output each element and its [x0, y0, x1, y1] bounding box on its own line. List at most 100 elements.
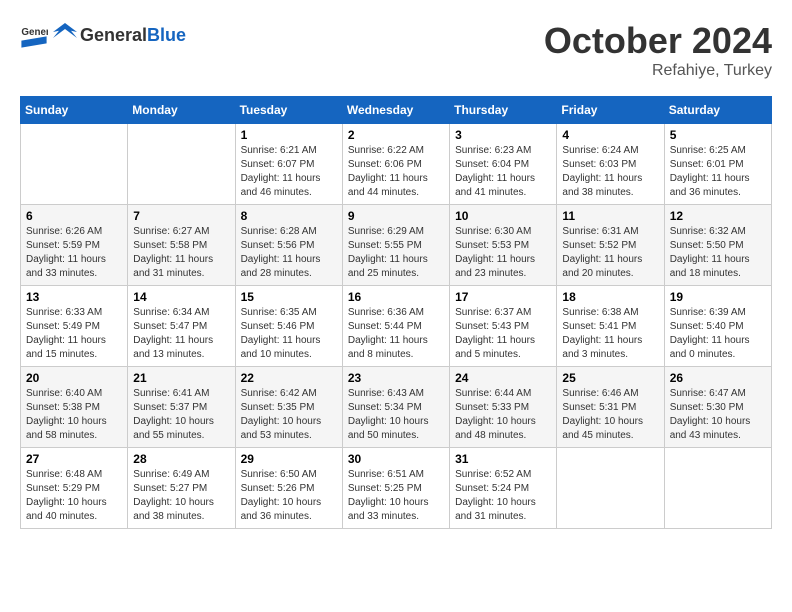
day-number: 12	[670, 209, 766, 223]
calendar-cell: 5 Sunrise: 6:25 AMSunset: 6:01 PMDaylight…	[664, 124, 771, 205]
calendar-cell: 30 Sunrise: 6:51 AMSunset: 5:25 PMDayligh…	[342, 448, 449, 529]
calendar-cell: 22Sunrise: 6:42 AMSunset: 5:35 PMDayligh…	[235, 367, 342, 448]
day-info: Sunrise: 6:38 AMSunset: 5:41 PMDaylight:…	[562, 306, 658, 362]
day-number: 4	[562, 128, 658, 142]
calendar-cell: 23 Sunrise: 6:43 AMSunset: 5:34 PMDayligh…	[342, 367, 449, 448]
day-info: Sunrise: 6:32 AMSunset: 5:50 PMDaylight:…	[670, 225, 766, 281]
calendar-cell: 11 Sunrise: 6:31 AMSunset: 5:52 PMDayligh…	[557, 205, 664, 286]
calendar-cell: 4 Sunrise: 6:24 AMSunset: 6:03 PMDaylight…	[557, 124, 664, 205]
calendar-cell: 10 Sunrise: 6:30 AMSunset: 5:53 PMDayligh…	[450, 205, 557, 286]
day-number: 1	[241, 128, 337, 142]
calendar-cell	[664, 448, 771, 529]
day-info: Sunrise: 6:51 AMSunset: 5:25 PMDaylight:…	[348, 468, 444, 524]
day-number: 26	[670, 371, 766, 385]
day-number: 9	[348, 209, 444, 223]
day-number: 18	[562, 290, 658, 304]
day-info: Sunrise: 6:25 AMSunset: 6:01 PMDaylight:…	[670, 144, 766, 200]
day-number: 6	[26, 209, 122, 223]
calendar-cell: 31Sunrise: 6:52 AMSunset: 5:24 PMDayligh…	[450, 448, 557, 529]
day-number: 11	[562, 209, 658, 223]
calendar-cell	[557, 448, 664, 529]
calendar-cell: 13 Sunrise: 6:33 AMSunset: 5:49 PMDayligh…	[21, 286, 128, 367]
calendar-cell	[21, 124, 128, 205]
calendar-cell: 24 Sunrise: 6:44 AMSunset: 5:33 PMDayligh…	[450, 367, 557, 448]
day-number: 14	[133, 290, 229, 304]
day-info: Sunrise: 6:39 AMSunset: 5:40 PMDaylight:…	[670, 306, 766, 362]
day-info: Sunrise: 6:31 AMSunset: 5:52 PMDaylight:…	[562, 225, 658, 281]
page-header: General GeneralBlue October 2024 Refahiy…	[20, 20, 772, 80]
day-info: Sunrise: 6:52 AMSunset: 5:24 PMDaylight:…	[455, 468, 551, 524]
day-number: 21	[133, 371, 229, 385]
calendar-cell: 8 Sunrise: 6:28 AMSunset: 5:56 PMDaylight…	[235, 205, 342, 286]
day-info: Sunrise: 6:24 AMSunset: 6:03 PMDaylight:…	[562, 144, 658, 200]
calendar-day-header: Thursday	[450, 97, 557, 124]
calendar-day-header: Wednesday	[342, 97, 449, 124]
calendar-day-header: Friday	[557, 97, 664, 124]
calendar-cell: 17Sunrise: 6:37 AMSunset: 5:43 PMDayligh…	[450, 286, 557, 367]
logo-icon: General	[20, 21, 48, 49]
calendar-cell: 7Sunrise: 6:27 AMSunset: 5:58 PMDaylight…	[128, 205, 235, 286]
day-number: 5	[670, 128, 766, 142]
day-number: 28	[133, 452, 229, 466]
logo-blue-text: Blue	[147, 25, 186, 45]
calendar-cell: 12 Sunrise: 6:32 AMSunset: 5:50 PMDayligh…	[664, 205, 771, 286]
calendar-day-header: Sunday	[21, 97, 128, 124]
calendar-day-header: Saturday	[664, 97, 771, 124]
day-number: 17	[455, 290, 551, 304]
day-number: 7	[133, 209, 229, 223]
day-number: 19	[670, 290, 766, 304]
day-number: 24	[455, 371, 551, 385]
calendar-cell: 14 Sunrise: 6:34 AMSunset: 5:47 PMDayligh…	[128, 286, 235, 367]
month-title: October 2024	[544, 20, 772, 62]
day-number: 23	[348, 371, 444, 385]
day-number: 13	[26, 290, 122, 304]
day-number: 30	[348, 452, 444, 466]
calendar-day-header: Tuesday	[235, 97, 342, 124]
day-info: Sunrise: 6:41 AMSunset: 5:37 PMDaylight:…	[133, 387, 229, 443]
day-number: 16	[348, 290, 444, 304]
calendar-cell: 3Sunrise: 6:23 AMSunset: 6:04 PMDaylight…	[450, 124, 557, 205]
logo: General GeneralBlue	[20, 20, 186, 50]
day-number: 20	[26, 371, 122, 385]
day-number: 25	[562, 371, 658, 385]
day-info: Sunrise: 6:49 AMSunset: 5:27 PMDaylight:…	[133, 468, 229, 524]
day-info: Sunrise: 6:33 AMSunset: 5:49 PMDaylight:…	[26, 306, 122, 362]
calendar-cell: 28 Sunrise: 6:49 AMSunset: 5:27 PMDayligh…	[128, 448, 235, 529]
day-info: Sunrise: 6:44 AMSunset: 5:33 PMDaylight:…	[455, 387, 551, 443]
calendar-cell: 20 Sunrise: 6:40 AMSunset: 5:38 PMDayligh…	[21, 367, 128, 448]
calendar-week-row: 1Sunrise: 6:21 AMSunset: 6:07 PMDaylight…	[21, 124, 772, 205]
day-info: Sunrise: 6:46 AMSunset: 5:31 PMDaylight:…	[562, 387, 658, 443]
day-number: 2	[348, 128, 444, 142]
svg-text:General: General	[21, 27, 48, 38]
calendar-cell: 1Sunrise: 6:21 AMSunset: 6:07 PMDaylight…	[235, 124, 342, 205]
day-info: Sunrise: 6:26 AMSunset: 5:59 PMDaylight:…	[26, 225, 122, 281]
day-info: Sunrise: 6:50 AMSunset: 5:26 PMDaylight:…	[241, 468, 337, 524]
calendar-cell: 2 Sunrise: 6:22 AMSunset: 6:06 PMDaylight…	[342, 124, 449, 205]
logo-bird-icon	[50, 20, 80, 50]
calendar-cell: 15Sunrise: 6:35 AMSunset: 5:46 PMDayligh…	[235, 286, 342, 367]
day-info: Sunrise: 6:29 AMSunset: 5:55 PMDaylight:…	[348, 225, 444, 281]
day-info: Sunrise: 6:36 AMSunset: 5:44 PMDaylight:…	[348, 306, 444, 362]
calendar-cell: 9 Sunrise: 6:29 AMSunset: 5:55 PMDaylight…	[342, 205, 449, 286]
day-info: Sunrise: 6:23 AMSunset: 6:04 PMDaylight:…	[455, 144, 551, 200]
day-info: Sunrise: 6:43 AMSunset: 5:34 PMDaylight:…	[348, 387, 444, 443]
day-info: Sunrise: 6:34 AMSunset: 5:47 PMDaylight:…	[133, 306, 229, 362]
day-info: Sunrise: 6:40 AMSunset: 5:38 PMDaylight:…	[26, 387, 122, 443]
calendar-week-row: 13 Sunrise: 6:33 AMSunset: 5:49 PMDayligh…	[21, 286, 772, 367]
day-number: 8	[241, 209, 337, 223]
calendar-week-row: 27Sunrise: 6:48 AMSunset: 5:29 PMDayligh…	[21, 448, 772, 529]
calendar-cell: 16 Sunrise: 6:36 AMSunset: 5:44 PMDayligh…	[342, 286, 449, 367]
day-number: 10	[455, 209, 551, 223]
title-area: October 2024 Refahiye, Turkey	[544, 20, 772, 80]
day-info: Sunrise: 6:47 AMSunset: 5:30 PMDaylight:…	[670, 387, 766, 443]
day-info: Sunrise: 6:28 AMSunset: 5:56 PMDaylight:…	[241, 225, 337, 281]
calendar-cell	[128, 124, 235, 205]
day-info: Sunrise: 6:22 AMSunset: 6:06 PMDaylight:…	[348, 144, 444, 200]
calendar-week-row: 6 Sunrise: 6:26 AMSunset: 5:59 PMDaylight…	[21, 205, 772, 286]
day-info: Sunrise: 6:30 AMSunset: 5:53 PMDaylight:…	[455, 225, 551, 281]
calendar-cell: 25 Sunrise: 6:46 AMSunset: 5:31 PMDayligh…	[557, 367, 664, 448]
calendar-header-row: SundayMondayTuesdayWednesdayThursdayFrid…	[21, 97, 772, 124]
day-info: Sunrise: 6:42 AMSunset: 5:35 PMDaylight:…	[241, 387, 337, 443]
calendar-day-header: Monday	[128, 97, 235, 124]
day-info: Sunrise: 6:35 AMSunset: 5:46 PMDaylight:…	[241, 306, 337, 362]
